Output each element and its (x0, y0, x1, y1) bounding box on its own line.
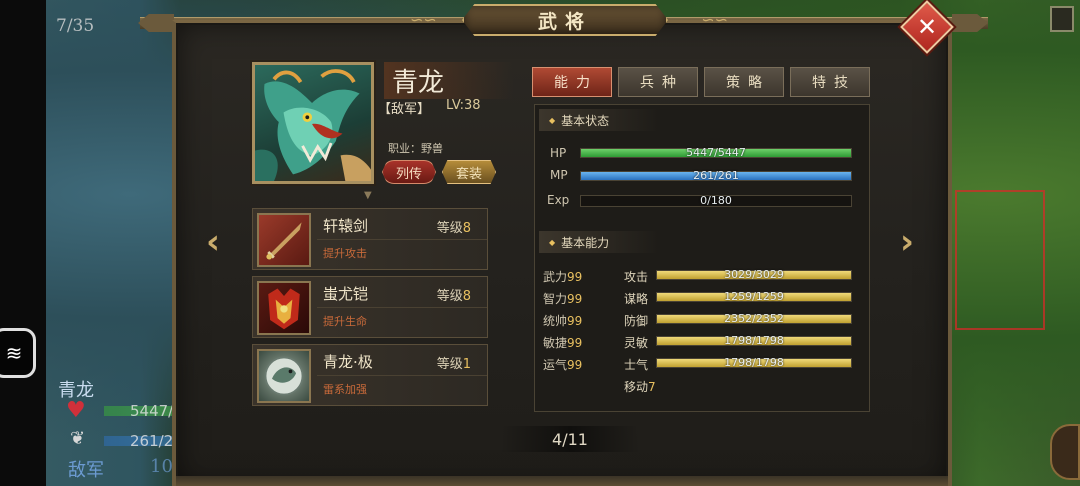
stat-defense-value: 2352/2352 (724, 312, 784, 325)
equipment-level: 等级8 (436, 221, 471, 236)
equipment-desc: 雷系加强 (323, 383, 367, 396)
stat-agility-bar: 1798/1798 (656, 334, 852, 347)
hp-value: 5447/5447 (686, 146, 746, 159)
tab-strategy[interactable]: 策略 (704, 67, 784, 97)
equipment-level: 等级1 (436, 357, 471, 372)
stat-tactics-value: 1259/1259 (724, 290, 784, 303)
armor-icon (257, 281, 311, 335)
movement-stat: 移动7 (624, 380, 656, 394)
stat-morale-label: 士气 (624, 358, 649, 372)
equipment-desc: 提升生命 (323, 315, 367, 328)
hero-job: 职业：野兽 (388, 142, 443, 155)
attr-luck: 运气99 (543, 358, 583, 372)
turn-counter: 7/35 (56, 16, 95, 36)
left-strip (0, 0, 46, 486)
hero-portrait (252, 62, 374, 184)
title-ornament-right-icon: ∽∽ (701, 10, 728, 29)
equipment-name: 蚩尤铠 (323, 285, 369, 303)
move-range-grid (955, 190, 1045, 330)
bg-faction: 敌军 (68, 460, 104, 481)
tab-skills[interactable]: 特技 (790, 67, 870, 97)
tab-troops[interactable]: 兵种 (618, 67, 698, 97)
hero-faction: 【敌军】 (378, 102, 431, 117)
next-arrow-icon[interactable]: › (900, 222, 922, 262)
section-header: ◆ 基本状态 (539, 109, 659, 131)
stat-attack-bar: 3029/3029 (656, 268, 852, 281)
dragon-orb-icon (257, 349, 311, 403)
previous-arrow-icon[interactable]: ‹ (206, 222, 228, 262)
stat-defense-bar: 2352/2352 (656, 312, 852, 325)
map-icon[interactable] (1050, 6, 1074, 32)
stat-attack-value: 3029/3029 (724, 268, 784, 281)
hero-name: 青龙 (384, 62, 515, 99)
caret-down-icon: ▼ (364, 190, 372, 201)
window-title: 武将 (462, 4, 668, 36)
biography-button[interactable]: 列传 (382, 160, 436, 184)
attr-agility: 敏捷99 (543, 336, 583, 350)
hero-level: LV:38 (446, 98, 481, 113)
equipment-name: 青龙·极 (323, 353, 373, 371)
equipment-name: 轩辕剑 (323, 217, 369, 235)
tab-ability[interactable]: 能力 (532, 67, 612, 97)
hp-bar: 5447/5447 (580, 146, 852, 159)
divider (317, 375, 487, 376)
diamond-icon: ◆ (549, 237, 556, 247)
feather-icon: ❦ (70, 428, 86, 449)
heart-icon: ♥ (66, 398, 86, 423)
stat-morale-bar: 1798/1798 (656, 356, 852, 369)
mp-value: 261/261 (693, 169, 739, 182)
stat-morale-value: 1798/1798 (724, 356, 784, 369)
divider (317, 307, 487, 308)
dragon-portrait-icon (255, 69, 371, 181)
stat-tactics-bar: 1259/1259 (656, 290, 852, 303)
hp-label: HP (550, 146, 567, 160)
stat-agility-value: 1798/1798 (724, 334, 784, 347)
equipment-slot-treasure[interactable]: 青龙·极 等级1 雷系加强 (252, 344, 488, 406)
page-indicator: 4/11 (500, 426, 640, 452)
set-button[interactable]: 套装 (442, 160, 496, 184)
side-menu-icon[interactable]: ≋ (0, 328, 36, 378)
attr-strength: 武力99 (543, 270, 583, 284)
stat-agility-label: 灵敏 (624, 336, 649, 350)
divider (317, 239, 487, 240)
equipment-level: 等级8 (436, 289, 471, 304)
close-icon: ✕ (916, 12, 938, 41)
attr-leadership: 统帅99 (543, 314, 583, 328)
attr-intelligence: 智力99 (543, 292, 583, 306)
sword-icon (257, 213, 311, 267)
exp-label: Exp (547, 193, 570, 207)
mp-label: MP (550, 168, 568, 182)
stat-defense-label: 防御 (624, 314, 649, 328)
exp-value: 0/180 (700, 194, 732, 207)
title-ornament-left-icon: ∽∽ (410, 10, 437, 29)
equipment-slot-armor[interactable]: 蚩尤铠 等级8 提升生命 (252, 276, 488, 338)
side-drawer-handle[interactable] (1050, 424, 1080, 480)
equipment-desc: 提升攻击 (323, 247, 367, 260)
stat-attack-label: 攻击 (624, 270, 649, 284)
stat-tactics-label: 谋略 (624, 292, 649, 306)
equipment-slot-weapon[interactable]: 轩辕剑 等级8 提升攻击 (252, 208, 488, 270)
mp-bar: 261/261 (580, 169, 852, 182)
section-header: ◆ 基本能力 (539, 231, 659, 253)
diamond-icon: ◆ (549, 115, 556, 125)
window-title-text: 武将 (537, 10, 592, 33)
exp-bar: 0/180 (580, 194, 852, 207)
